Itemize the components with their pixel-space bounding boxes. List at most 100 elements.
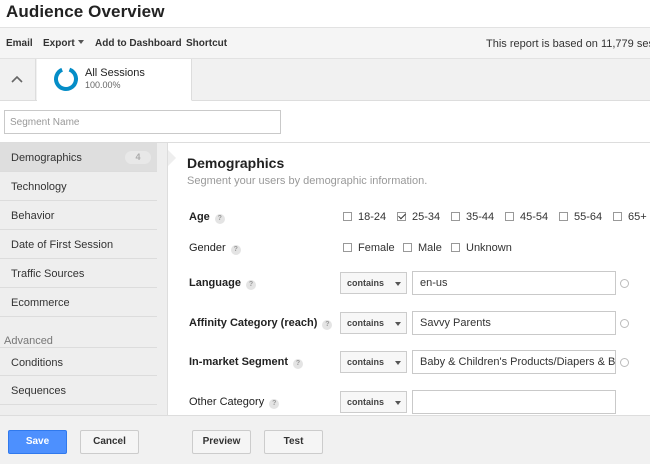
remove-condition-icon[interactable]: [620, 319, 629, 328]
active-pointer: [168, 150, 176, 166]
sidebar-item-ecommerce[interactable]: Ecommerce: [0, 288, 157, 317]
segment-name-input[interactable]: [4, 110, 281, 134]
checkbox-icon: [343, 243, 352, 252]
count-badge: 4: [125, 151, 151, 164]
age-label: Age?: [189, 211, 225, 224]
shortcut-button[interactable]: Shortcut: [186, 38, 227, 49]
checkbox-label: 18-24: [358, 211, 387, 223]
help-icon[interactable]: ?: [230, 245, 241, 255]
segment-sidebar: Demographics 4 Technology Behavior Date …: [0, 143, 168, 415]
age-checkbox-45-54[interactable]: 45-54: [505, 211, 548, 223]
checkbox-icon: [403, 243, 412, 252]
checkbox-label: 55-64: [574, 211, 603, 223]
language-operator-dropdown[interactable]: contains: [340, 272, 407, 294]
help-icon[interactable]: ?: [322, 320, 333, 330]
gender-checkbox-male[interactable]: Male: [403, 242, 442, 254]
help-icon[interactable]: ?: [245, 280, 256, 290]
help-icon[interactable]: ?: [214, 214, 225, 224]
checkbox-checked-icon: [397, 212, 406, 221]
segment-percent: 100.00%: [85, 80, 121, 90]
checkbox-icon: [451, 212, 460, 221]
export-label: Export: [43, 38, 75, 49]
page-title: Audience Overview: [6, 2, 165, 21]
segment-bar: All Sessions 100.00%: [0, 59, 650, 101]
language-label-text: Language: [189, 277, 241, 289]
in-market-label: In-market Segment?: [189, 356, 304, 369]
checkbox-label: 35-44: [466, 211, 495, 223]
sidebar-item-conditions[interactable]: Conditions: [0, 347, 157, 376]
cancel-button[interactable]: Cancel: [80, 430, 139, 454]
checkbox-label: 45-54: [520, 211, 549, 223]
other-operator-dropdown[interactable]: contains: [340, 391, 407, 413]
report-toolbar: Email Export Add to Dashboard Shortcut T…: [0, 27, 650, 59]
segment-card-all-sessions[interactable]: All Sessions 100.00%: [37, 59, 192, 101]
action-footer: Save Cancel Preview Test: [0, 415, 650, 464]
affinity-value-input[interactable]: Savvy Parents: [412, 311, 616, 335]
language-value-input[interactable]: en-us: [412, 271, 616, 295]
sidebar-item-behavior[interactable]: Behavior: [0, 201, 157, 230]
other-category-label-text: Other Category: [189, 396, 265, 408]
other-value-input[interactable]: [412, 390, 616, 414]
export-button[interactable]: Export: [43, 38, 84, 49]
age-checkbox-55-64[interactable]: 55-64: [559, 211, 602, 223]
checkbox-label: 25-34: [412, 211, 441, 223]
age-checkbox-35-44[interactable]: 35-44: [451, 211, 494, 223]
affinity-operator-dropdown[interactable]: contains: [340, 312, 407, 334]
affinity-label: Affinity Category (reach)?: [189, 317, 333, 330]
gender-checkbox-unknown[interactable]: Unknown: [451, 242, 512, 254]
age-checkbox-18-24[interactable]: 18-24: [343, 211, 386, 223]
test-button[interactable]: Test: [264, 430, 323, 454]
sidebar-item-traffic-sources[interactable]: Traffic Sources: [0, 259, 157, 288]
email-button[interactable]: Email: [6, 38, 33, 49]
help-icon[interactable]: ?: [269, 399, 280, 409]
sidebar-item-label: Traffic Sources: [11, 268, 85, 280]
checkbox-icon: [559, 212, 568, 221]
gender-label-text: Gender: [189, 242, 226, 254]
language-label: Language?: [189, 277, 256, 290]
segment-name: All Sessions: [85, 67, 145, 79]
sidebar-item-label: Technology: [11, 181, 67, 193]
advanced-heading: Advanced: [4, 335, 53, 347]
checkbox-icon: [343, 212, 352, 221]
other-category-label: Other Category?: [189, 396, 280, 409]
age-checkbox-25-34[interactable]: 25-34: [397, 211, 440, 223]
sampling-note: This report is based on 11,779 ses: [486, 38, 650, 50]
sidebar-item-label: Ecommerce: [11, 297, 70, 309]
checkbox-icon: [613, 212, 622, 221]
help-icon[interactable]: ?: [293, 359, 304, 369]
sidebar-item-date-of-first-session[interactable]: Date of First Session: [0, 230, 157, 259]
age-label-text: Age: [189, 211, 210, 223]
section-title: Demographics: [187, 155, 285, 171]
add-to-dashboard-button[interactable]: Add to Dashboard: [95, 38, 182, 49]
affinity-label-text: Affinity Category (reach): [189, 317, 318, 329]
checkbox-label: Unknown: [466, 242, 512, 254]
sidebar-item-technology[interactable]: Technology: [0, 172, 157, 201]
gender-label: Gender?: [189, 242, 241, 255]
sidebar-item-label: Behavior: [11, 210, 55, 222]
sidebar-item-label: Conditions: [11, 357, 63, 369]
checkbox-icon: [451, 243, 460, 252]
segment-name-row: [0, 101, 650, 143]
age-checkbox-65-plus[interactable]: 65+: [613, 211, 647, 223]
remove-condition-icon[interactable]: [620, 279, 629, 288]
collapse-button[interactable]: [0, 59, 36, 101]
preview-button[interactable]: Preview: [192, 430, 251, 454]
in-market-value-input[interactable]: Baby & Children's Products/Diapers & Ba: [412, 350, 616, 374]
sidebar-item-demographics[interactable]: Demographics 4: [0, 143, 157, 172]
sidebar-item-label: Sequences: [11, 385, 67, 397]
checkbox-label: Female: [358, 242, 395, 254]
checkbox-label: 65+: [628, 211, 647, 223]
sidebar-item-label: Demographics: [11, 152, 82, 164]
remove-condition-icon[interactable]: [620, 358, 629, 367]
checkbox-icon: [505, 212, 514, 221]
in-market-label-text: In-market Segment: [189, 356, 289, 368]
segment-ring-icon: [54, 67, 78, 92]
save-button[interactable]: Save: [8, 430, 67, 454]
sidebar-item-label: Date of First Session: [11, 239, 114, 251]
gender-checkbox-female[interactable]: Female: [343, 242, 395, 254]
in-market-operator-dropdown[interactable]: contains: [340, 351, 407, 373]
sidebar-item-sequences[interactable]: Sequences: [0, 376, 157, 405]
chevron-down-icon: [77, 40, 84, 44]
section-subtitle: Segment your users by demographic inform…: [187, 175, 428, 187]
chevron-up-icon: [11, 75, 23, 83]
